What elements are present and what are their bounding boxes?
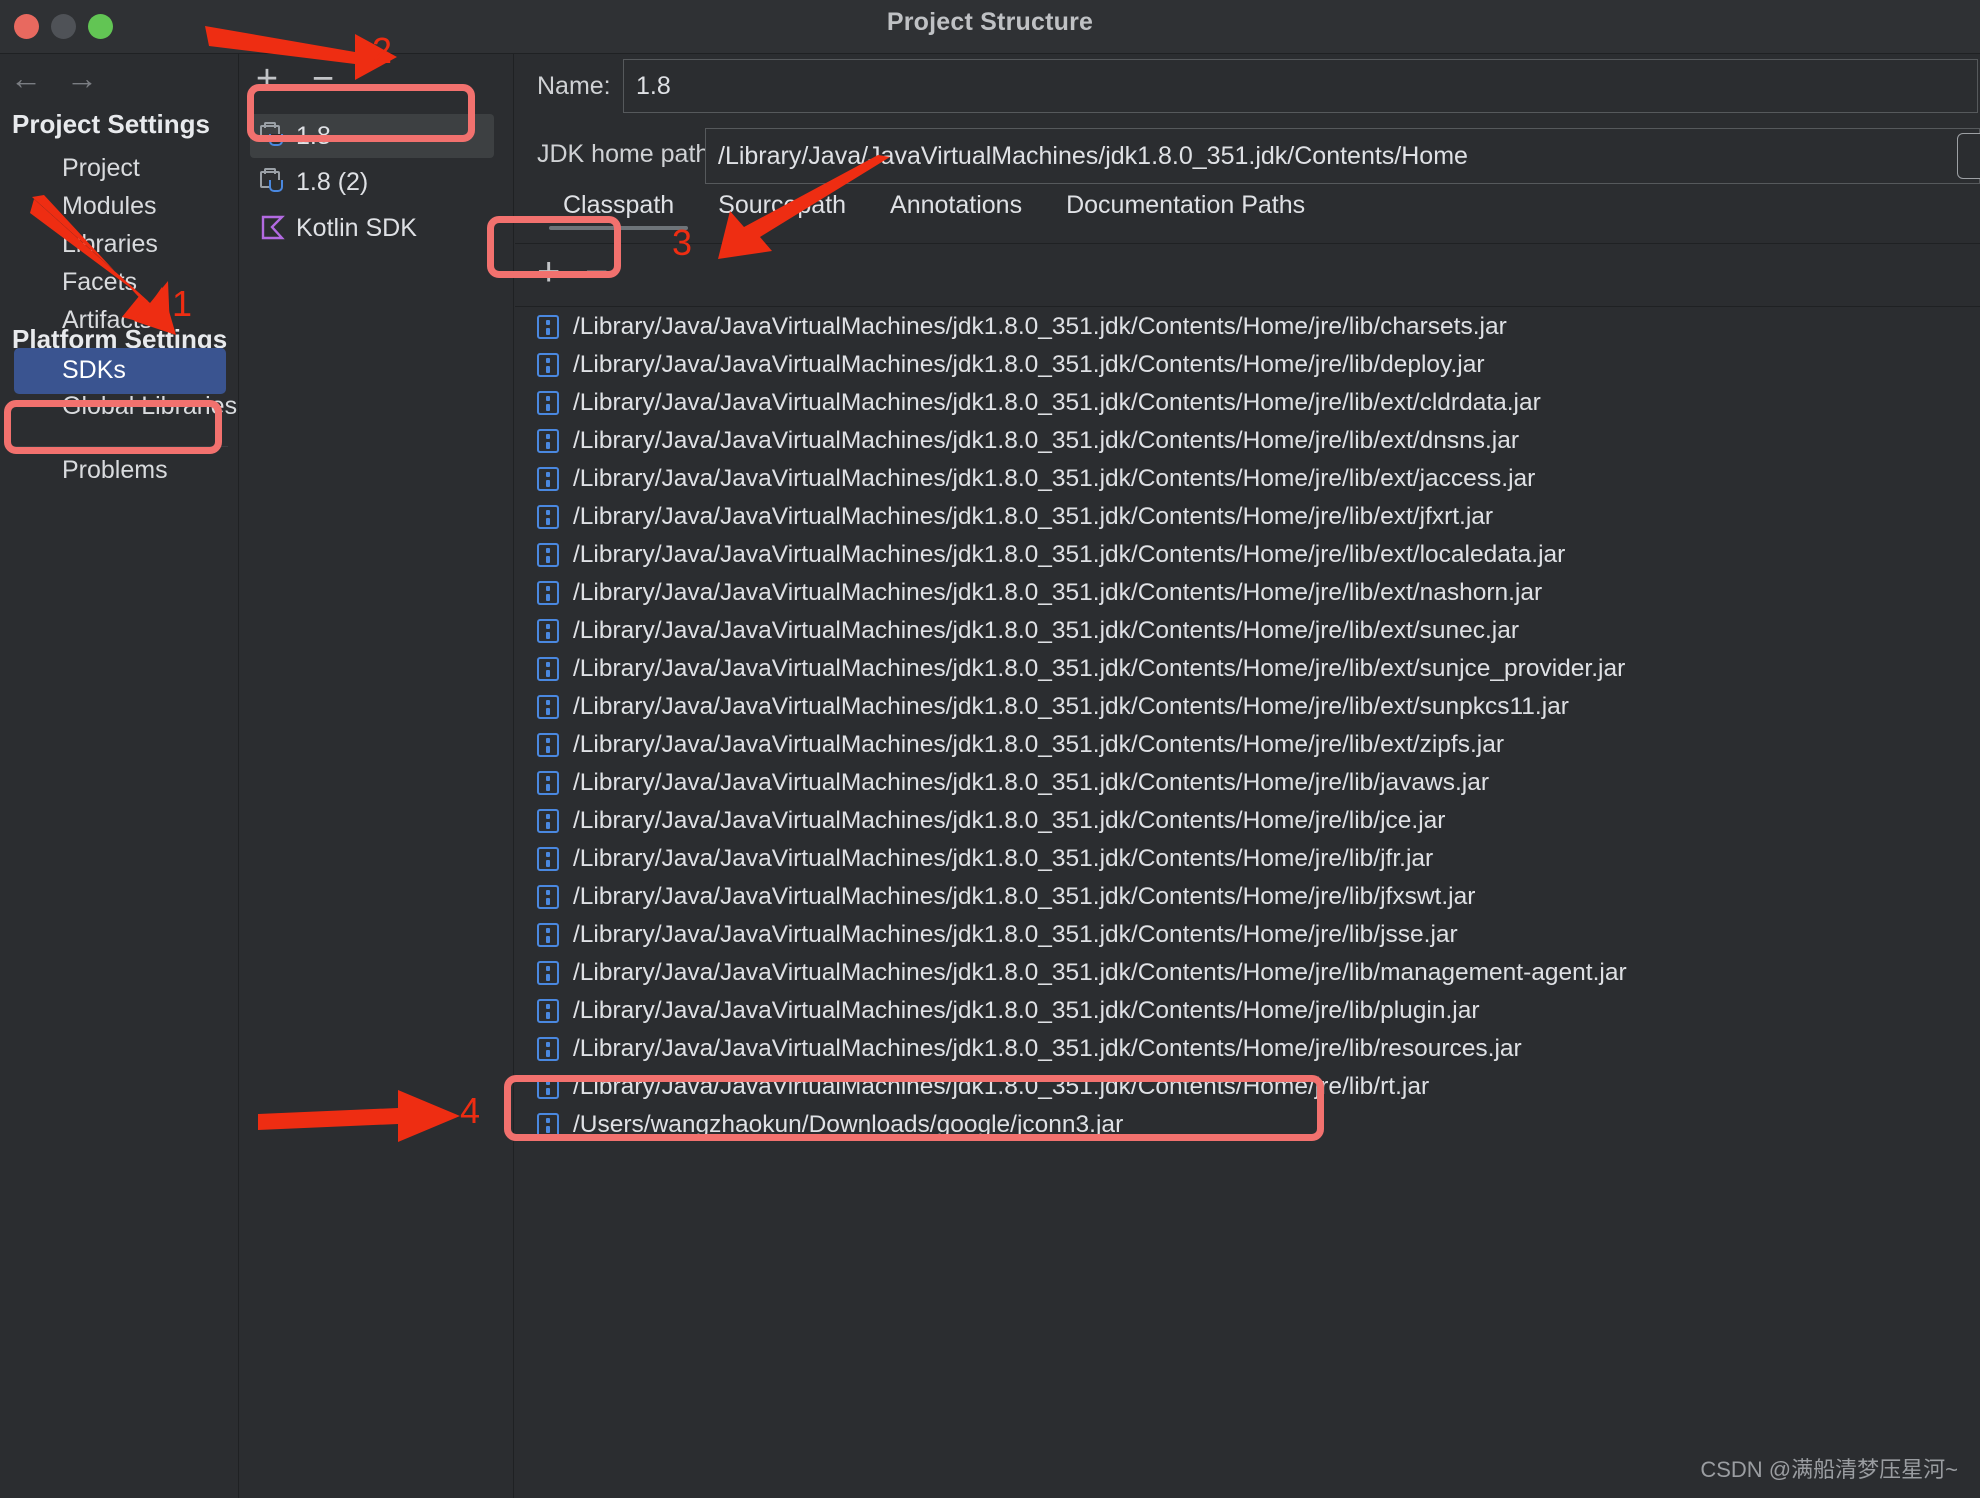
classpath-row[interactable]: /Library/Java/JavaVirtualMachines/jdk1.8… xyxy=(515,726,1980,764)
sidebar-item-sdks-label: SDKs xyxy=(62,356,126,384)
classpath-row[interactable]: /Library/Java/JavaVirtualMachines/jdk1.8… xyxy=(515,1030,1980,1068)
classpath-row-label: /Library/Java/JavaVirtualMachines/jdk1.8… xyxy=(573,503,1494,530)
annotation-box-jconn3-row xyxy=(504,1075,1324,1141)
classpath-row[interactable]: /Library/Java/JavaVirtualMachines/jdk1.8… xyxy=(515,346,1980,384)
classpath-row[interactable]: /Library/Java/JavaVirtualMachines/jdk1.8… xyxy=(515,384,1980,422)
classpath-row[interactable]: /Library/Java/JavaVirtualMachines/jdk1.8… xyxy=(515,612,1980,650)
jar-file-icon xyxy=(537,581,559,605)
classpath-row-label: /Library/Java/JavaVirtualMachines/jdk1.8… xyxy=(573,731,1504,758)
classpath-row[interactable]: /Library/Java/JavaVirtualMachines/jdk1.8… xyxy=(515,460,1980,498)
jar-file-icon xyxy=(537,315,559,339)
sdk-list-item-label: Kotlin SDK xyxy=(296,213,417,242)
classpath-row-label: /Library/Java/JavaVirtualMachines/jdk1.8… xyxy=(573,655,1626,682)
sidebar-item-project[interactable]: Project xyxy=(62,154,140,183)
watermark: CSDN @满船清梦压星河~ xyxy=(1700,1457,1958,1482)
tab-documentation-paths[interactable]: Documentation Paths xyxy=(1044,187,1327,230)
jar-file-icon xyxy=(537,809,559,833)
classpath-row-label: /Library/Java/JavaVirtualMachines/jdk1.8… xyxy=(573,845,1434,872)
annotation-arrow-3 xyxy=(718,155,890,259)
classpath-row-label: /Library/Java/JavaVirtualMachines/jdk1.8… xyxy=(573,807,1446,834)
classpath-row[interactable]: /Library/Java/JavaVirtualMachines/jdk1.8… xyxy=(515,916,1980,954)
classpath-row[interactable]: /Library/Java/JavaVirtualMachines/jdk1.8… xyxy=(515,878,1980,916)
classpath-row-label: /Library/Java/JavaVirtualMachines/jdk1.8… xyxy=(573,883,1476,910)
jdk-home-path-label: JDK home path: xyxy=(537,140,717,168)
sdk-detail-pane: Name: 1.8 JDK home path: /Library/Java/J… xyxy=(515,54,1980,1498)
classpath-row[interactable]: /Library/Java/JavaVirtualMachines/jdk1.8… xyxy=(515,574,1980,612)
jar-file-icon xyxy=(537,771,559,795)
classpath-list[interactable]: /Library/Java/JavaVirtualMachines/jdk1.8… xyxy=(515,308,1980,1498)
annotation-number-3: 3 xyxy=(672,222,693,263)
classpath-row[interactable]: /Library/Java/JavaVirtualMachines/jdk1.8… xyxy=(515,802,1980,840)
jar-file-icon xyxy=(537,885,559,909)
jar-file-icon xyxy=(537,543,559,567)
classpath-row-label: /Library/Java/JavaVirtualMachines/jdk1.8… xyxy=(573,959,1627,986)
classpath-row[interactable]: /Library/Java/JavaVirtualMachines/jdk1.8… xyxy=(515,764,1980,802)
sdk-list-item-1-8-2[interactable]: 1.8 (2) xyxy=(250,160,494,204)
jar-file-icon xyxy=(537,847,559,871)
classpath-row-label: /Library/Java/JavaVirtualMachines/jdk1.8… xyxy=(573,997,1480,1024)
classpath-row-label: /Library/Java/JavaVirtualMachines/jdk1.8… xyxy=(573,351,1485,378)
classpath-row[interactable]: /Library/Java/JavaVirtualMachines/jdk1.8… xyxy=(515,650,1980,688)
classpath-row[interactable]: /Library/Java/JavaVirtualMachines/jdk1.8… xyxy=(515,422,1980,460)
forward-arrow-icon[interactable]: → xyxy=(66,62,98,94)
classpath-row-label: /Library/Java/JavaVirtualMachines/jdk1.8… xyxy=(573,769,1490,796)
annotation-box-classpath-add xyxy=(487,216,621,278)
jar-file-icon xyxy=(537,657,559,681)
nav-arrows: ← → xyxy=(10,62,98,94)
classpath-row[interactable]: /Library/Java/JavaVirtualMachines/jdk1.8… xyxy=(515,308,1980,346)
jar-file-icon xyxy=(537,733,559,757)
classpath-row-label: /Library/Java/JavaVirtualMachines/jdk1.8… xyxy=(573,313,1507,340)
classpath-row[interactable]: /Library/Java/JavaVirtualMachines/jdk1.8… xyxy=(515,498,1980,536)
classpath-row[interactable]: /Library/Java/JavaVirtualMachines/jdk1.8… xyxy=(515,688,1980,726)
jar-file-icon xyxy=(537,619,559,643)
jar-file-icon xyxy=(537,961,559,985)
classpath-row[interactable]: /Library/Java/JavaVirtualMachines/jdk1.8… xyxy=(515,536,1980,574)
jar-file-icon xyxy=(537,695,559,719)
browse-jdk-home-button[interactable] xyxy=(1957,133,1980,179)
classpath-row-label: /Library/Java/JavaVirtualMachines/jdk1.8… xyxy=(573,693,1569,720)
jar-file-icon xyxy=(537,999,559,1023)
jar-file-icon xyxy=(537,429,559,453)
classpath-row-label: /Library/Java/JavaVirtualMachines/jdk1.8… xyxy=(573,389,1541,416)
annotation-number-4: 4 xyxy=(460,1090,481,1131)
jar-file-icon xyxy=(537,923,559,947)
jar-file-icon xyxy=(537,505,559,529)
classpath-row-label: /Library/Java/JavaVirtualMachines/jdk1.8… xyxy=(573,427,1520,454)
jar-file-icon xyxy=(537,353,559,377)
back-arrow-icon[interactable]: ← xyxy=(10,62,42,94)
jar-file-icon xyxy=(537,467,559,491)
sdk-list-item-kotlin-sdk[interactable]: Kotlin SDK xyxy=(250,206,494,250)
jar-file-icon xyxy=(537,391,559,415)
name-label: Name: xyxy=(537,72,611,100)
classpath-row-label: /Library/Java/JavaVirtualMachines/jdk1.8… xyxy=(573,921,1458,948)
kotlin-icon xyxy=(260,215,286,241)
annotation-number-2: 2 xyxy=(372,30,393,71)
classpath-row[interactable]: /Library/Java/JavaVirtualMachines/jdk1.8… xyxy=(515,992,1980,1030)
classpath-row-label: /Library/Java/JavaVirtualMachines/jdk1.8… xyxy=(573,465,1536,492)
classpath-row-label: /Library/Java/JavaVirtualMachines/jdk1.8… xyxy=(573,1035,1522,1062)
annotation-box-sdks xyxy=(4,400,222,454)
classpath-row-label: /Library/Java/JavaVirtualMachines/jdk1.8… xyxy=(573,541,1566,568)
classpath-row[interactable]: /Library/Java/JavaVirtualMachines/jdk1.8… xyxy=(515,840,1980,878)
sdk-list-pane: + − 1.8 1.8 (2) Kotlin SDK xyxy=(240,54,514,1498)
classpath-row-label: /Library/Java/JavaVirtualMachines/jdk1.8… xyxy=(573,617,1520,644)
project-structure-window: Project Structure ← → Project Settings P… xyxy=(0,0,1980,1498)
jdk-folder-icon xyxy=(260,168,286,195)
sdk-list-item-label: 1.8 (2) xyxy=(296,167,369,196)
classpath-row-label: /Library/Java/JavaVirtualMachines/jdk1.8… xyxy=(573,579,1543,606)
sidebar-group-project-settings: Project Settings xyxy=(12,109,210,139)
annotation-arrow-4 xyxy=(258,1090,460,1142)
sidebar-item-sdks[interactable]: SDKs xyxy=(14,348,226,394)
name-input[interactable]: 1.8 xyxy=(623,59,1978,113)
jar-file-icon xyxy=(537,1037,559,1061)
annotation-number-1: 1 xyxy=(172,283,193,324)
classpath-row[interactable]: /Library/Java/JavaVirtualMachines/jdk1.8… xyxy=(515,954,1980,992)
sidebar-item-problems[interactable]: Problems xyxy=(62,456,168,485)
detail-tabs: Classpath Sourcepath Annotations Documen… xyxy=(541,187,1327,230)
